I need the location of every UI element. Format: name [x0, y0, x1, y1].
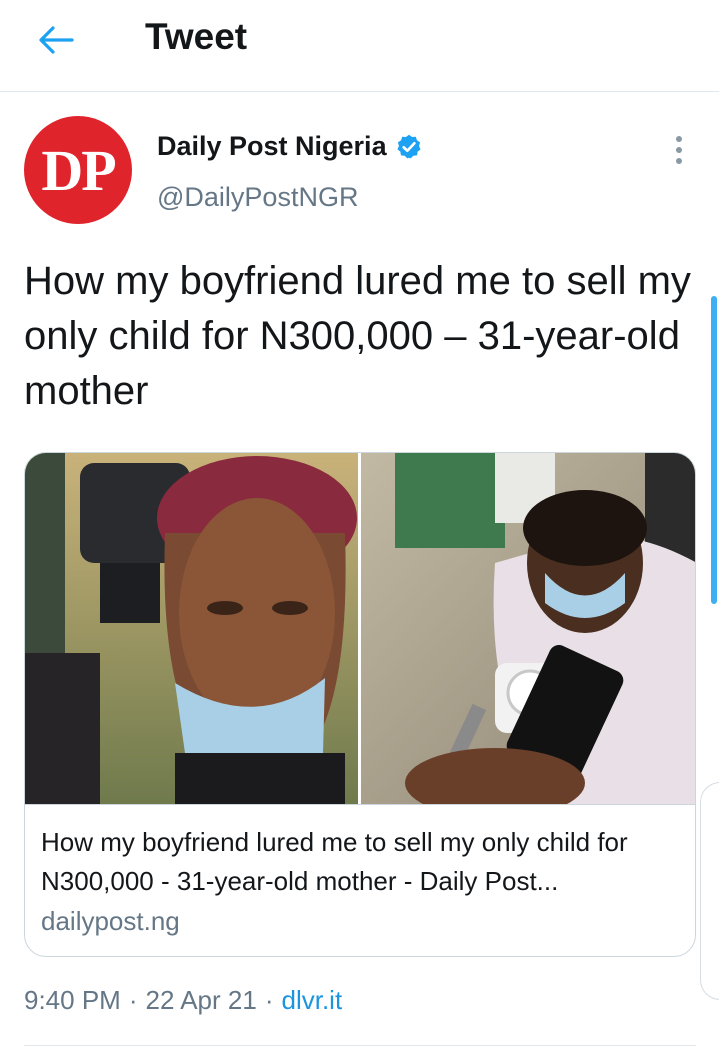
tweet-time: 9:40 PM	[24, 985, 121, 1015]
back-arrow-icon	[39, 26, 74, 54]
author-avatar[interactable]: DP	[24, 116, 132, 224]
card-info: How my boyfriend lured me to sell my onl…	[25, 804, 695, 956]
tweet-meta: 9:40 PM · 22 Apr 21 · dlvr.it	[24, 985, 342, 1016]
card-domain: dailypost.ng	[41, 906, 180, 936]
divider	[24, 1045, 696, 1046]
page-title: Tweet	[145, 16, 248, 57]
tweet-source-link[interactable]: dlvr.it	[281, 985, 342, 1016]
author-name: Daily Post Nigeria	[157, 131, 387, 161]
link-card[interactable]: How my boyfriend lured me to sell my onl…	[24, 452, 696, 957]
verified-badge-icon	[397, 134, 421, 158]
back-button[interactable]	[30, 18, 82, 62]
scrollbar-thumb[interactable]	[711, 296, 717, 604]
top-bar: Tweet	[0, 0, 719, 92]
meta-separator: ·	[264, 985, 274, 1015]
meta-separator: ·	[128, 985, 138, 1015]
more-dot-icon	[676, 136, 682, 142]
more-options-button[interactable]	[664, 130, 694, 170]
edge-panel-handle[interactable]	[700, 782, 719, 1000]
card-image	[25, 453, 695, 804]
author-name-row[interactable]: Daily Post Nigeria	[157, 131, 423, 162]
tweet-text: How my boyfriend lured me to sell my onl…	[24, 259, 691, 413]
more-dot-icon	[676, 147, 682, 153]
author-handle[interactable]: @DailyPostNGR	[157, 182, 358, 213]
card-title: How my boyfriend lured me to sell my onl…	[41, 827, 628, 896]
more-dot-icon	[676, 158, 682, 164]
avatar-logo-text: DP	[41, 137, 116, 203]
tweet-date: 22 Apr 21	[145, 985, 257, 1015]
